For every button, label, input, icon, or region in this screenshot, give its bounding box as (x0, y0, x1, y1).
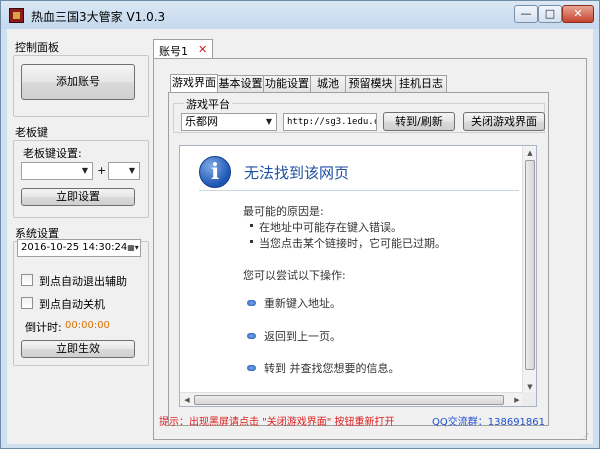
bullet-icon (250, 240, 253, 243)
app-window: 热血三国3大管家 V1.0.3 — □ ✕ 控制面板 添加账号 老板键 老板键设… (0, 0, 600, 449)
reason-item: 在地址中可能存在键入错误。 (259, 221, 402, 234)
action-bullet-icon (247, 300, 256, 306)
account-panel: 游戏界面 基本设置 功能设置 城池 预留模块 挂机日志 游戏平台 乐都网 ▼ h… (153, 58, 587, 440)
chevron-down-icon: ▼ (128, 166, 136, 175)
platform-value: 乐都网 (185, 115, 218, 128)
countdown-value: 00:00:00 (65, 320, 110, 331)
platform-select[interactable]: 乐都网 ▼ (181, 113, 277, 131)
auto-exit-label: 到点自动退出辅助 (39, 275, 127, 288)
reason-item: 当您点击某个链接时，它可能已过期。 (259, 237, 446, 250)
boss-key-plus: + (97, 164, 107, 177)
auto-exit-checkbox[interactable] (21, 274, 33, 286)
boss-key-setting-label: 老板键设置: (23, 147, 82, 160)
reason-heading: 最可能的原因是: (243, 205, 324, 218)
goto-refresh-button[interactable]: 转到/刷新 (383, 112, 455, 131)
bullet-icon (250, 224, 253, 227)
auto-shutdown-label: 到点自动关机 (39, 298, 105, 311)
action-go-back[interactable]: 返回到上一页。 (264, 328, 341, 344)
qq-group-text: QQ交流群：138691861 (432, 417, 546, 428)
window-title: 热血三国3大管家 V1.0.3 (31, 10, 166, 24)
scroll-left-icon[interactable]: ◀ (180, 393, 194, 406)
game-view-panel: 游戏平台 乐都网 ▼ http://sg3.1edu.com 转到/刷新 关闭游… (168, 92, 549, 426)
action-bullet-icon (247, 333, 256, 339)
calendar-dropdown-icon[interactable]: ▦▾ (126, 240, 140, 256)
tab-account-1[interactable]: 账号1 ✕ (153, 39, 213, 59)
hint-text: 提示：出现黑屏请点击 "关闭游戏界面" 按钮重新打开 (159, 417, 395, 428)
horizontal-scroll-thumb[interactable] (194, 395, 504, 405)
minimize-button[interactable]: — (514, 5, 538, 23)
platform-group-title: 游戏平台 (184, 96, 232, 112)
resize-grip-icon[interactable]: ⋰ (581, 432, 591, 442)
tab-idle-log[interactable]: 挂机日志 (395, 75, 447, 92)
tab-account-1-label: 账号1 (159, 45, 188, 58)
close-button[interactable]: ✕ (562, 5, 594, 23)
embedded-browser[interactable]: i 无法找到该网页 最可能的原因是: 在地址中可能存在键入错误。 当您点击某个链… (179, 145, 537, 407)
tab-game-view[interactable]: 游戏界面 (170, 74, 218, 93)
error-title: 无法找到该网页 (244, 164, 350, 182)
client-area: 控制面板 添加账号 老板键 老板键设置: ▼ + ▼ 立即设置 系统设置 201… (7, 29, 593, 444)
close-tab-icon[interactable]: ✕ (198, 43, 207, 56)
info-icon: i (199, 156, 231, 188)
chevron-down-icon: ▼ (265, 117, 273, 126)
control-panel-title: 控制面板 (15, 41, 59, 54)
datetime-value: 2016-10-25 14:30:24 (21, 242, 128, 253)
horizontal-scrollbar[interactable]: ◀ ▶ (180, 392, 524, 406)
set-boss-key-button[interactable]: 立即设置 (21, 188, 135, 206)
try-heading: 您可以尝试以下操作: (243, 269, 346, 282)
countdown-label: 倒计时: (25, 321, 62, 334)
chevron-down-icon: ▼ (81, 166, 89, 175)
add-account-button[interactable]: 添加账号 (21, 64, 135, 100)
boss-key-title: 老板键 (15, 126, 48, 139)
action-retype-address[interactable]: 重新键入地址。 (264, 295, 341, 311)
scrollbar-corner (522, 392, 536, 406)
boss-key-key-select[interactable]: ▼ (108, 162, 140, 180)
tab-basic-settings[interactable]: 基本设置 (217, 75, 264, 92)
maximize-button[interactable]: □ (538, 5, 562, 23)
action-bullet-icon (247, 365, 256, 371)
tab-cities[interactable]: 城池 (310, 75, 346, 92)
vertical-scrollbar[interactable]: ▲ ▼ (522, 146, 536, 394)
vertical-scroll-thumb[interactable] (525, 160, 535, 370)
auto-shutdown-checkbox[interactable] (21, 297, 33, 309)
app-logo-icon (9, 8, 24, 23)
apply-now-button[interactable]: 立即生效 (21, 340, 135, 358)
url-input[interactable]: http://sg3.1edu.com (283, 113, 377, 131)
error-divider (199, 190, 519, 191)
datetime-picker[interactable]: 2016-10-25 14:30:24 ▦▾ (17, 239, 141, 257)
scroll-up-icon[interactable]: ▲ (523, 146, 536, 160)
close-game-view-button[interactable]: 关闭游戏界面 (463, 112, 545, 131)
tab-reserved-module[interactable]: 预留模块 (345, 75, 396, 92)
boss-key-modifier-select[interactable]: ▼ (21, 162, 93, 180)
tab-function-settings[interactable]: 功能设置 (263, 75, 311, 92)
title-bar[interactable]: 热血三国3大管家 V1.0.3 — □ ✕ (1, 1, 599, 29)
action-goto-search[interactable]: 转到 并查找您想要的信息。 (264, 360, 400, 376)
